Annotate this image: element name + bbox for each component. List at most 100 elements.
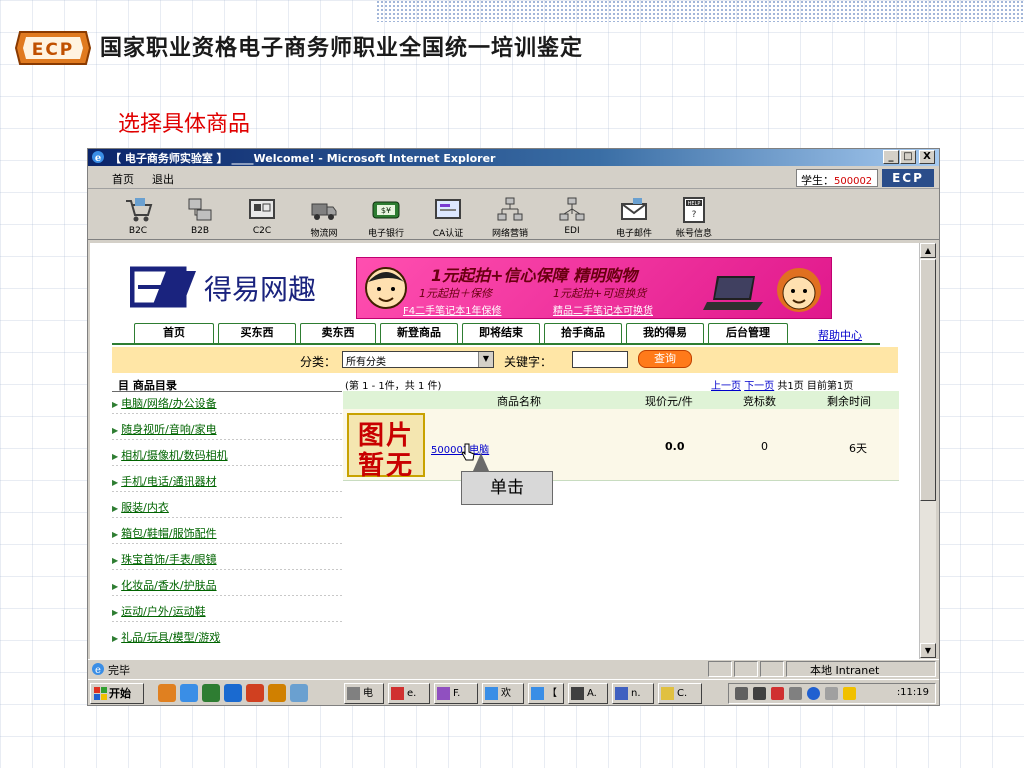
header-price: 现价元/件 [645,395,693,408]
taskbar-task[interactable]: n. [612,683,654,704]
network-tray-icon[interactable] [753,687,766,700]
start-label: 开始 [109,687,131,700]
arrow-bullet-icon: ▶ [112,426,119,435]
tab-home[interactable]: 首页 [134,323,214,343]
tray-icon[interactable] [807,687,820,700]
status-cell [708,661,732,677]
category-item[interactable]: ▶ 运动/户外/运动鞋 [112,603,206,621]
category-item[interactable]: ▶ 手机/电话/通讯器材 [112,473,217,491]
category-separator [112,517,342,518]
arrow-bullet-icon: ▶ [112,530,119,539]
toolbar-edi[interactable]: EDI [542,190,602,240]
taskbar-task[interactable]: 欢 [482,683,524,704]
header-remaining: 剩余时间 [827,395,871,408]
tab-my-account[interactable]: 我的得易 [626,323,704,343]
quicklaunch-icon[interactable] [268,684,286,702]
promo-banner[interactable]: 1元起拍+信心保障 精明购物 1元起拍＋保修 1元起拍+可退换货 F4二手笔记本… [356,257,832,319]
category-label: 化妆品/香水/护肤品 [121,579,217,592]
network-icon [497,197,523,221]
task-label: F. [453,688,461,699]
category-separator [112,465,342,466]
taskbar-task[interactable]: F. [434,683,478,704]
category-item[interactable]: ▶ 箱包/鞋帽/服饰配件 [112,525,217,543]
category-item[interactable]: ▶ 礼品/玩具/模型/游戏 [112,629,220,647]
quicklaunch-icon[interactable] [158,684,176,702]
toolbar-email[interactable]: 电子邮件 [604,190,664,240]
title-bar: e 【 电子商务师实验室 】 ____Welcome! - Microsoft … [88,149,939,166]
tab-sell[interactable]: 卖东西 [300,323,376,343]
tray-icon[interactable] [825,687,838,700]
toolbar-label: 电子邮件 [615,229,652,239]
banner-link-1[interactable]: F4二手笔记本1年保修 [403,302,501,317]
close-button[interactable]: X [919,150,935,164]
quicklaunch-icon[interactable] [246,684,264,702]
slide-title: 国家职业资格电子商务师职业全国统一培训鉴定 [100,36,584,61]
laptop-icon [703,276,763,310]
quicklaunch-icon[interactable] [290,684,308,702]
scroll-down-icon[interactable]: ▼ [920,643,936,658]
toolbar-label: B2C [128,226,148,236]
site-logo[interactable]: 得易网趣 [130,261,330,313]
quicklaunch-icon[interactable] [180,684,198,702]
quicklaunch-icon[interactable] [202,684,220,702]
taskbar-task[interactable]: e. [388,683,430,704]
volume-icon[interactable] [735,687,748,700]
category-item[interactable]: ▶ 珠宝首饰/手表/眼镜 [112,551,217,569]
taskbar-task[interactable]: A. [568,683,608,704]
category-item[interactable]: ▶ 随身视听/音响/家电 [112,421,217,439]
scroll-up-icon[interactable]: ▲ [920,243,936,258]
help-icon: HELP? [683,197,705,223]
toolbar-ebank[interactable]: $¥ 电子银行 [356,190,416,240]
category-item[interactable]: ▶ 服装/内衣 [112,499,169,517]
help-center-link[interactable]: 帮助中心 [818,327,862,343]
banner-link-2[interactable]: 精品二手笔记本可换货 [553,302,653,317]
keyword-input[interactable] [572,351,628,368]
taskbar-task[interactable]: 【 [528,683,564,704]
category-item[interactable]: ▶ 电脑/网络/办公设备 [112,395,217,413]
task-label: A. [587,688,597,699]
category-select[interactable]: 所有分类 ▼ [342,351,494,368]
menu-home[interactable]: 首页 [112,171,134,187]
tab-picked-items[interactable]: 拾手商品 [544,323,622,343]
tab-admin[interactable]: 后台管理 [708,323,788,343]
task-icon [347,687,360,700]
catalog-divider [112,391,342,392]
ie-icon: e [92,151,104,164]
ie-page-icon: e [92,663,104,676]
category-item[interactable]: ▶ 相机/摄像机/数码相机 [112,447,228,465]
cart-icon [126,198,153,222]
taskbar-task[interactable]: C. [658,683,702,704]
tray-icon[interactable] [789,687,802,700]
tab-new-items[interactable]: 新登商品 [380,323,458,343]
category-item[interactable]: ▶ 化妆品/香水/护肤品 [112,577,217,595]
taskbar-task[interactable]: 电 [344,683,384,704]
email-icon [621,198,647,220]
toolbar-b2b[interactable]: B2B [170,190,230,240]
vertical-scrollbar[interactable]: ▲ ▼ [919,243,936,659]
toolbar-c2c[interactable]: C2C [232,190,292,240]
tray-icon[interactable] [771,687,784,700]
toolbar-marketing[interactable]: 网络营销 [480,190,540,240]
query-button[interactable]: 查询 [638,350,692,368]
toolbar-ca[interactable]: CA认证 [418,190,478,240]
toolbar-account[interactable]: HELP? 帐号信息 [664,190,724,240]
task-label: C. [677,688,688,699]
toolbar-logistics[interactable]: 物流网 [294,190,354,240]
status-cell [734,661,758,677]
menu-exit[interactable]: 退出 [152,171,174,187]
toolbar-b2c[interactable]: B2C [108,190,168,240]
scroll-thumb[interactable] [920,259,936,501]
tab-ending-soon[interactable]: 即将结束 [462,323,540,343]
maximize-button[interactable]: □ [900,150,916,164]
tab-buy[interactable]: 买东西 [218,323,296,343]
callout-pointer [473,453,489,471]
minimize-button[interactable]: _ [883,150,899,164]
chevron-down-icon[interactable]: ▼ [478,352,493,367]
start-button[interactable]: 开始 [90,683,144,704]
taskbar: 开始 电 e. F. 欢 【 A. n. C. :11:19 [88,679,939,706]
status-text: 完毕 [108,664,130,677]
dotted-header-band [376,0,1024,22]
tray-icon[interactable] [843,687,856,700]
product-image-placeholder[interactable]: 图片 暂无 [347,413,425,481]
quicklaunch-icon[interactable] [224,684,242,702]
